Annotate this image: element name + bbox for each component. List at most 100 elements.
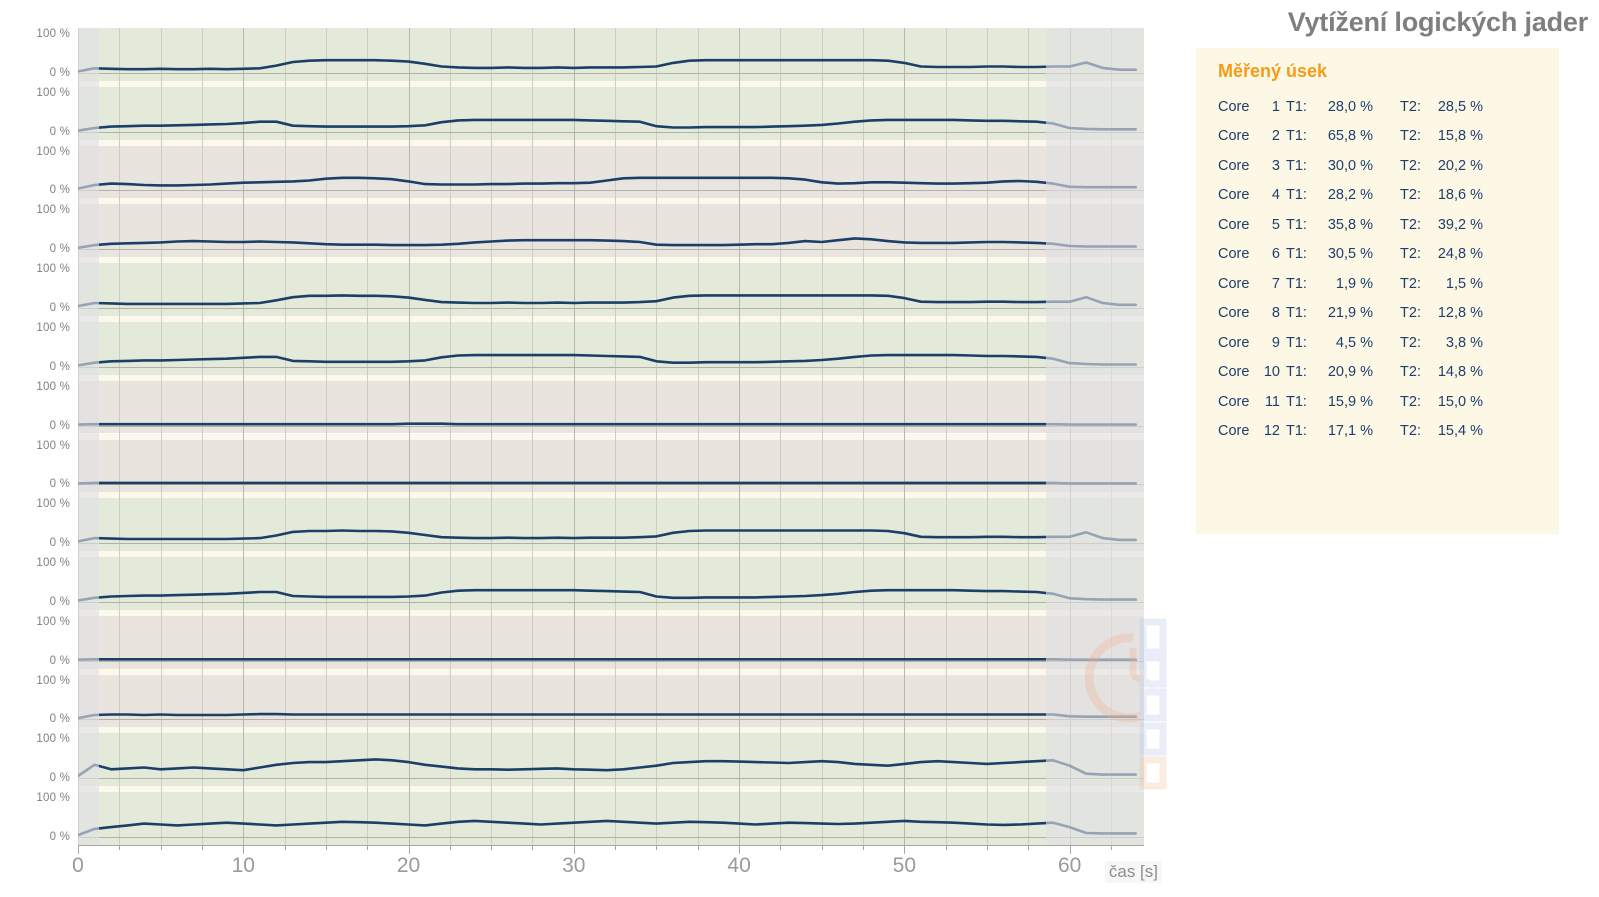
x-axis-tick xyxy=(1069,845,1071,854)
legend-t1-value: 1,9 % xyxy=(1335,275,1373,292)
legend-t1-value: 35,8 % xyxy=(1327,216,1373,233)
legend-core-word: Core xyxy=(1218,216,1250,233)
legend-core-number: 10 xyxy=(1263,364,1280,381)
legend-t1-key: T1: xyxy=(1286,305,1307,322)
series-line xyxy=(78,294,1137,308)
x-axis-tick xyxy=(119,845,121,850)
series-line xyxy=(78,422,1137,426)
legend-t2-key: T2: xyxy=(1400,423,1421,440)
x-axis-title: čas [s] xyxy=(1104,861,1162,883)
legend-t2-key: T2: xyxy=(1400,246,1421,263)
y-axis-label-0: 0 % xyxy=(49,595,70,608)
x-axis-tick xyxy=(821,845,823,850)
x-axis-tick xyxy=(367,845,369,850)
legend-core-number: 12 xyxy=(1263,423,1280,440)
legend-t2-value: 12,8 % xyxy=(1437,305,1483,322)
y-axis-label-100: 100 % xyxy=(36,204,70,217)
legend-core-number: 11 xyxy=(1264,393,1280,410)
y-axis-label-0: 0 % xyxy=(49,66,70,79)
y-axis-label-0: 0 % xyxy=(49,713,70,726)
legend-row: Core 12 T1: 17,1 % T2: 15,4 % xyxy=(1218,417,1548,447)
legend-t1-key: T1: xyxy=(1286,423,1307,440)
y-axis-label-100: 100 % xyxy=(36,439,70,452)
legend-core-number: 2 xyxy=(1271,128,1280,145)
right-panel: Vytížení logických jader Měřený úsek Cor… xyxy=(1180,0,1599,897)
legend-heading: Měřený úsek xyxy=(1218,61,1328,81)
legend-t2-key: T2: xyxy=(1400,128,1421,145)
y-axis-label-100: 100 % xyxy=(36,557,70,570)
legend-t2-key: T2: xyxy=(1400,305,1421,322)
y-axis-label-0: 0 % xyxy=(49,831,70,843)
legend-box: Měřený úsek Core 1 T1: 28,0 % T2: 28,5 % Core 2… xyxy=(1196,48,1559,534)
x-axis-line xyxy=(78,845,1144,846)
legend-core-number: 1 xyxy=(1271,98,1280,115)
y-axis-label-100: 100 % xyxy=(36,263,70,276)
y-axis-label-100: 100 % xyxy=(36,145,70,158)
legend-t2-value: 39,2 % xyxy=(1437,216,1483,233)
legend-t2-key: T2: xyxy=(1400,157,1421,174)
legend-t1-value: 65,8 % xyxy=(1327,128,1373,145)
x-axis-tick xyxy=(491,845,493,850)
legend-t2-value: 24,8 % xyxy=(1437,246,1483,263)
legend-t1-key: T1: xyxy=(1286,157,1307,174)
x-axis-tick xyxy=(78,845,79,854)
legend-core-word: Core xyxy=(1218,305,1250,322)
legend-row: Core 4 T1: 28,2 % T2: 18,6 % xyxy=(1218,181,1548,211)
legend-core-number: 4 xyxy=(1271,187,1280,204)
series-line xyxy=(78,529,1137,543)
y-axis-label-0: 0 % xyxy=(49,360,70,373)
legend-t1-value: 28,2 % xyxy=(1327,187,1373,204)
series-line xyxy=(78,819,1137,837)
legend-core-number: 5 xyxy=(1271,216,1280,233)
legend-t2-key: T2: xyxy=(1400,275,1421,292)
x-axis-tick xyxy=(573,845,575,854)
series-line xyxy=(78,118,1137,132)
x-axis-tick xyxy=(532,845,534,850)
x-axis-tick xyxy=(243,845,245,854)
legend-t1-value: 28,0 % xyxy=(1327,98,1373,115)
y-axis-label-100: 100 % xyxy=(36,86,70,99)
series-line xyxy=(78,481,1137,485)
legend-row: Core 3 T1: 30,0 % T2: 20,2 % xyxy=(1218,151,1548,181)
plot-area xyxy=(78,28,1144,845)
y-axis-label-0: 0 % xyxy=(49,301,70,314)
legend-row: Core 5 T1: 35,8 % T2: 39,2 % xyxy=(1218,210,1548,240)
x-axis-tick xyxy=(1028,845,1030,850)
x-axis-tick xyxy=(160,845,162,850)
series-line xyxy=(78,353,1137,367)
legend-t1-value: 17,1 % xyxy=(1327,423,1373,440)
legend-row: Core 6 T1: 30,5 % T2: 24,8 % xyxy=(1218,240,1548,270)
y-axis: 100 % 0 % 100 % 0 % 100 % 0 % 100 % 0 % 100 % 0 %… xyxy=(0,0,78,897)
y-axis-label-0: 0 % xyxy=(49,537,70,550)
x-axis-tick xyxy=(904,845,906,854)
legend-row: Core 1 T1: 28,0 % T2: 28,5 % xyxy=(1218,92,1548,122)
legend-t2-value: 15,4 % xyxy=(1437,423,1483,440)
legend-row: Core 10 T1: 20,9 % T2: 14,8 % xyxy=(1218,358,1548,388)
legend-t1-key: T1: xyxy=(1286,216,1307,233)
x-axis: 0 10 20 30 40 50 60 xyxy=(72,845,1144,897)
series-lines xyxy=(78,58,1137,837)
y-axis-label-100: 100 % xyxy=(36,792,70,805)
series-line xyxy=(78,176,1137,190)
legend-t2-key: T2: xyxy=(1400,216,1421,233)
legend-core-word: Core xyxy=(1218,246,1250,263)
legend-t1-key: T1: xyxy=(1286,275,1307,292)
series-line xyxy=(78,237,1137,250)
legend-t1-value: 4,5 % xyxy=(1335,334,1373,351)
y-axis-label-0: 0 % xyxy=(49,772,70,785)
y-axis-label-0: 0 % xyxy=(49,654,70,667)
y-axis-label-0: 0 % xyxy=(49,125,70,138)
legend-row: Core 7 T1: 1,9 % T2: 1,5 % xyxy=(1218,269,1548,299)
x-axis-label: 40 xyxy=(727,854,751,877)
x-axis-tick xyxy=(408,845,410,854)
legend-core-word: Core xyxy=(1218,275,1250,292)
x-axis-tick xyxy=(656,845,658,850)
x-axis-tick xyxy=(986,845,988,850)
legend-row: Core 2 T1: 65,8 % T2: 15,8 % xyxy=(1218,122,1548,152)
x-axis-tick xyxy=(697,845,699,850)
legend-core-number: 8 xyxy=(1271,305,1280,322)
legend-list: Core 1 T1: 28,0 % T2: 28,5 % Core 2 T1: 65,8 % T2:… xyxy=(1218,92,1548,446)
legend-core-word: Core xyxy=(1218,334,1250,351)
x-axis-label: 0 xyxy=(72,854,84,877)
legend-t2-key: T2: xyxy=(1400,187,1421,204)
